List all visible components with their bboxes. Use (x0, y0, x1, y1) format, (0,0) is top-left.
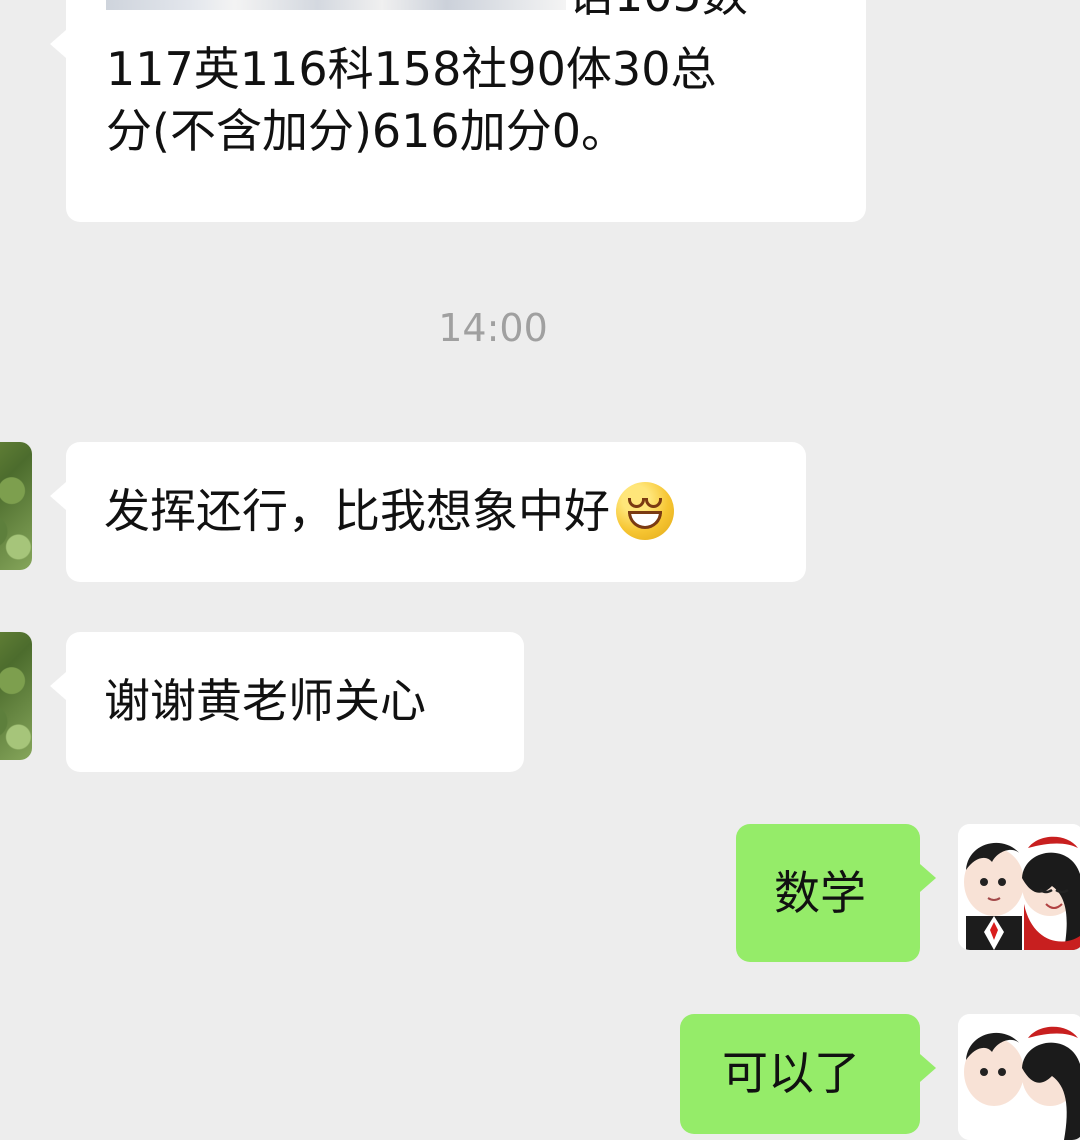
contact-avatar[interactable] (0, 632, 32, 760)
user-avatar[interactable] (958, 824, 1080, 950)
message-text: 可以了 (722, 1046, 860, 1100)
message-bubble-incoming[interactable]: 谢谢黄老师关心 (50, 632, 524, 772)
message-text: 谢谢黄老师关心 (104, 674, 426, 728)
redacted-text-block (106, 0, 566, 10)
couple-avatar-icon (958, 824, 1080, 950)
chat-window: 语105数 117英116科158社90体30总 分(不含加分)616加分0。 … (0, 0, 1080, 1140)
message-text: 发挥还行，比我想象中好 (104, 484, 610, 538)
message-bubble-score-report[interactable]: 语105数 117英116科158社90体30总 分(不含加分)616加分0。 (50, 0, 866, 222)
grin-emoji-icon (616, 481, 674, 540)
message-bubble-outgoing[interactable]: 可以了 (680, 1014, 936, 1134)
message-line-2: 117英116科158社90体30总 (106, 42, 717, 96)
timestamp: 14:00 (438, 306, 548, 350)
emoji-mouth (628, 510, 662, 529)
message-line-1: 语105数 (568, 0, 748, 20)
message-line-redacted: 语105数 (106, 0, 826, 38)
contact-avatar[interactable] (0, 442, 32, 570)
message-text: 数学 (774, 866, 866, 920)
message-bubble-incoming[interactable]: 发挥还行，比我想象中好 (50, 442, 806, 582)
message-bubble-outgoing[interactable]: 数学 (736, 824, 936, 962)
couple-avatar-icon (958, 1014, 1080, 1140)
user-avatar[interactable] (958, 1014, 1080, 1140)
message-line-3: 分(不含加分)616加分0。 (106, 104, 627, 158)
